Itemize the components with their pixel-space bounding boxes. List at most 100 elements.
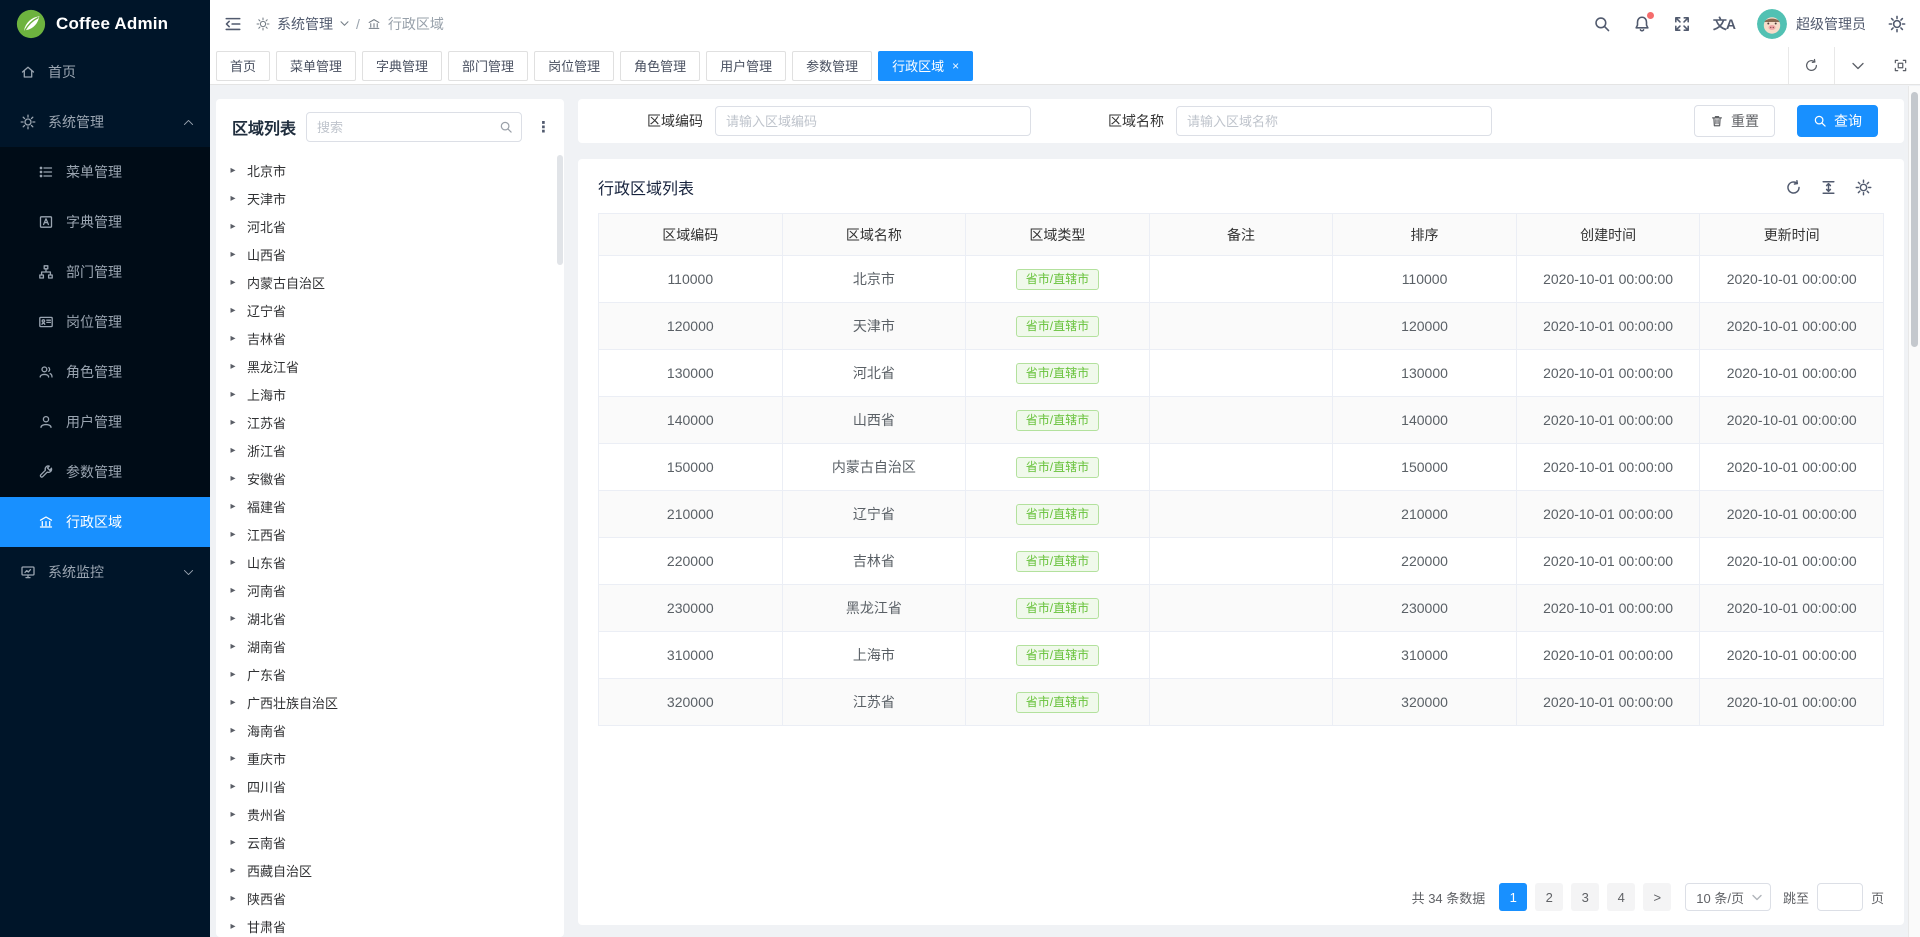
caret-right-icon[interactable]: ▸ — [228, 781, 238, 792]
tree-item[interactable]: ▸ 北京市 — [228, 156, 564, 184]
caret-right-icon[interactable]: ▸ — [228, 865, 238, 876]
tree-item[interactable]: ▸ 江西省 — [228, 520, 564, 548]
caret-right-icon[interactable]: ▸ — [228, 473, 238, 484]
caret-right-icon[interactable]: ▸ — [228, 193, 238, 204]
tree-item[interactable]: ▸ 湖南省 — [228, 632, 564, 660]
caret-right-icon[interactable]: ▸ — [228, 333, 238, 344]
window-scrollbar[interactable] — [1908, 86, 1920, 937]
tree-item[interactable]: ▸ 山东省 — [228, 548, 564, 576]
collapse-sidebar-icon[interactable] — [224, 15, 242, 33]
tab[interactable]: 角色管理 — [620, 51, 700, 81]
jump-page-input[interactable] — [1817, 883, 1863, 911]
caret-right-icon[interactable]: ▸ — [228, 753, 238, 764]
tree-item[interactable]: ▸ 内蒙古自治区 — [228, 268, 564, 296]
page-button[interactable]: 4 — [1607, 883, 1635, 911]
page-button[interactable]: 1 — [1499, 883, 1527, 911]
tree-item[interactable]: ▸ 辽宁省 — [228, 296, 564, 324]
tree-item[interactable]: ▸ 四川省 — [228, 772, 564, 800]
scrollbar-thumb[interactable] — [1911, 92, 1918, 347]
tree-item[interactable]: ▸ 贵州省 — [228, 800, 564, 828]
caret-right-icon[interactable]: ▸ — [228, 557, 238, 568]
caret-right-icon[interactable]: ▸ — [228, 697, 238, 708]
tree-item[interactable]: ▸ 黑龙江省 — [228, 352, 564, 380]
tree-item[interactable]: ▸ 湖北省 — [228, 604, 564, 632]
caret-right-icon[interactable]: ▸ — [228, 221, 238, 232]
tree-item[interactable]: ▸ 广西壮族自治区 — [228, 688, 564, 716]
settings-gear-icon[interactable] — [1888, 15, 1906, 33]
tree-item[interactable]: ▸ 河南省 — [228, 576, 564, 604]
tree-item[interactable]: ▸ 重庆市 — [228, 744, 564, 772]
sidebar-item-region-mgmt[interactable]: 行政区域 — [0, 497, 210, 547]
sidebar-item-monitor[interactable]: 系统监控 — [0, 547, 210, 597]
tab[interactable]: 行政区域 × — [878, 51, 973, 81]
sidebar-item-system[interactable]: 系统管理 — [0, 97, 210, 147]
sidebar-item-role-mgmt[interactable]: 角色管理 — [0, 347, 210, 397]
caret-right-icon[interactable]: ▸ — [228, 641, 238, 652]
translate-icon[interactable]: 文A — [1713, 14, 1735, 34]
tree-item[interactable]: ▸ 甘肃省 — [228, 912, 564, 937]
tree-item[interactable]: ▸ 安徽省 — [228, 464, 564, 492]
maximize-content-button[interactable] — [1880, 47, 1920, 84]
column-settings-gear-icon[interactable] — [1855, 179, 1872, 196]
page-size-select[interactable]: 10 条/页 — [1685, 883, 1771, 911]
caret-right-icon[interactable]: ▸ — [228, 361, 238, 372]
caret-right-icon[interactable]: ▸ — [228, 893, 238, 904]
caret-right-icon[interactable]: ▸ — [228, 529, 238, 540]
tab-close-icon[interactable]: × — [952, 60, 959, 72]
sidebar-item-dept-mgmt[interactable]: 部门管理 — [0, 247, 210, 297]
tree-item[interactable]: ▸ 西藏自治区 — [228, 856, 564, 884]
tree-item[interactable]: ▸ 海南省 — [228, 716, 564, 744]
tree-item[interactable]: ▸ 浙江省 — [228, 436, 564, 464]
caret-right-icon[interactable]: ▸ — [228, 669, 238, 680]
caret-right-icon[interactable]: ▸ — [228, 613, 238, 624]
caret-right-icon[interactable]: ▸ — [228, 585, 238, 596]
region-name-input[interactable] — [1176, 106, 1492, 136]
tree-item[interactable]: ▸ 山西省 — [228, 240, 564, 268]
sidebar-item-post-mgmt[interactable]: 岗位管理 — [0, 297, 210, 347]
search-icon[interactable] — [499, 120, 513, 134]
caret-right-icon[interactable]: ▸ — [228, 277, 238, 288]
row-height-icon[interactable] — [1820, 179, 1837, 196]
caret-right-icon[interactable]: ▸ — [228, 725, 238, 736]
tree-item[interactable]: ▸ 云南省 — [228, 828, 564, 856]
tree-item[interactable]: ▸ 上海市 — [228, 380, 564, 408]
caret-right-icon[interactable]: ▸ — [228, 445, 238, 456]
notification-bell[interactable] — [1633, 15, 1651, 33]
tab[interactable]: 部门管理 — [448, 51, 528, 81]
tree-item[interactable]: ▸ 河北省 — [228, 212, 564, 240]
breadcrumb-section[interactable]: 系统管理 — [277, 14, 333, 34]
search-icon[interactable] — [1593, 15, 1611, 33]
caret-right-icon[interactable]: ▸ — [228, 837, 238, 848]
user-chip[interactable]: 超级管理员 — [1757, 9, 1866, 39]
tree-item[interactable]: ▸ 天津市 — [228, 184, 564, 212]
caret-right-icon[interactable]: ▸ — [228, 921, 238, 932]
tree-item[interactable]: ▸ 江苏省 — [228, 408, 564, 436]
tree-more-menu-icon[interactable]: ⋮ — [532, 118, 555, 136]
sidebar-item-home[interactable]: 首页 — [0, 47, 210, 97]
region-code-input[interactable] — [715, 106, 1031, 136]
tab[interactable]: 首页 — [216, 51, 270, 81]
refresh-icon[interactable] — [1785, 179, 1802, 196]
tab[interactable]: 参数管理 — [792, 51, 872, 81]
caret-right-icon[interactable]: ▸ — [228, 809, 238, 820]
caret-right-icon[interactable]: ▸ — [228, 389, 238, 400]
reset-button[interactable]: 重置 — [1694, 105, 1775, 137]
caret-right-icon[interactable]: ▸ — [228, 501, 238, 512]
page-button[interactable]: 2 — [1535, 883, 1563, 911]
tab-options-button[interactable] — [1834, 47, 1880, 84]
tree-item[interactable]: ▸ 陕西省 — [228, 884, 564, 912]
sidebar-item-menu-mgmt[interactable]: 菜单管理 — [0, 147, 210, 197]
search-button[interactable]: 查询 — [1797, 105, 1878, 137]
sidebar-item-dict-mgmt[interactable]: 字典管理 — [0, 197, 210, 247]
tree-scrollbar-thumb[interactable] — [557, 155, 563, 265]
tab[interactable]: 用户管理 — [706, 51, 786, 81]
tree-item[interactable]: ▸ 福建省 — [228, 492, 564, 520]
next-page-button[interactable]: > — [1643, 883, 1671, 911]
sidebar-item-param-mgmt[interactable]: 参数管理 — [0, 447, 210, 497]
caret-right-icon[interactable]: ▸ — [228, 417, 238, 428]
tree-search-input[interactable] — [317, 120, 493, 135]
refresh-tab-button[interactable] — [1788, 47, 1834, 84]
caret-right-icon[interactable]: ▸ — [228, 165, 238, 176]
tree-item[interactable]: ▸ 吉林省 — [228, 324, 564, 352]
caret-right-icon[interactable]: ▸ — [228, 305, 238, 316]
